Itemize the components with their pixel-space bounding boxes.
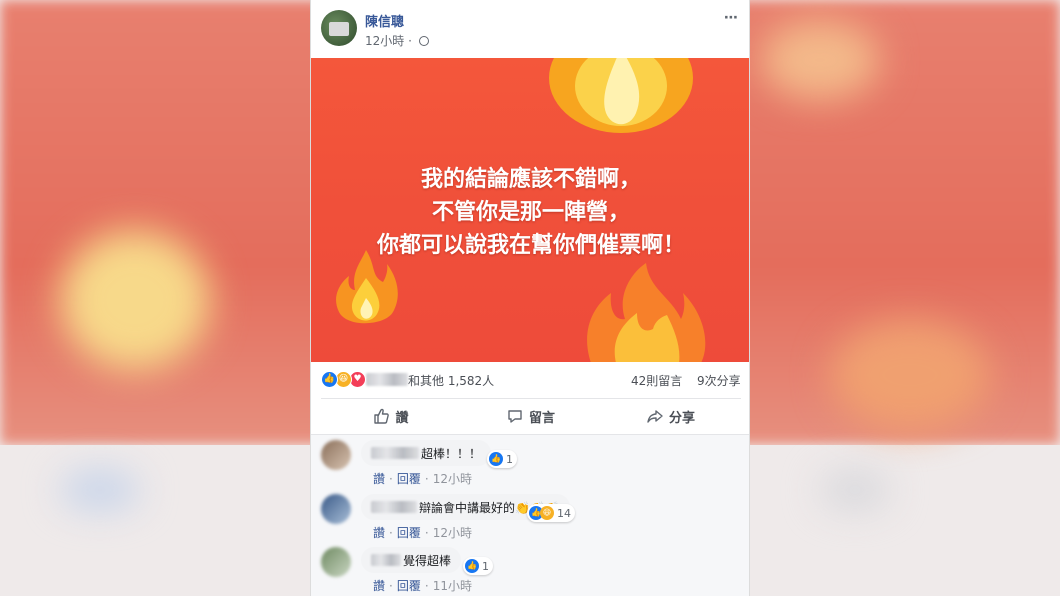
author-avatar[interactable] [321, 10, 357, 46]
comment-time[interactable]: 12小時 [433, 472, 472, 486]
post-actions: 讚 留言 分享 [321, 398, 741, 432]
post-header: 陳信聰 12小時 · ⋯ [311, 0, 749, 58]
thumbs-up-icon [374, 408, 390, 424]
blurred-commenter-name[interactable] [371, 554, 401, 566]
post-image-line: 不管你是那一陣營， [431, 199, 630, 225]
reaction-count[interactable]: 和其他 1,582人 [408, 372, 494, 389]
comment-icon [508, 410, 522, 423]
comment-count[interactable]: 42則留言 [631, 372, 682, 389]
commenter-avatar[interactable] [321, 440, 351, 470]
like-icon: 👍 [489, 452, 503, 466]
comment-reply-link[interactable]: 回覆 [397, 579, 421, 593]
comment-like-link[interactable]: 讚 [373, 472, 385, 486]
comment-reply-link[interactable]: 回覆 [397, 526, 421, 540]
share-count[interactable]: 9次分享 [697, 372, 741, 389]
comment-reactions[interactable]: 👍 😆 14 [527, 504, 575, 522]
post-card: 陳信聰 12小時 · ⋯ 我的結論應該不錯啊， 不管你是那一陣營， 你都可以說我… [310, 0, 750, 596]
comment-actions: 讚 · 回覆 · 11小時 [373, 579, 472, 593]
more-options-icon[interactable]: ⋯ [724, 10, 739, 26]
comment-bubble: 超棒！！！ [361, 440, 492, 466]
commenter-avatar[interactable] [321, 494, 351, 524]
like-button[interactable]: 讚 [321, 399, 461, 433]
post-time[interactable]: 12小時 [365, 34, 404, 48]
comments-section: 超棒！！！ 👍 1 讚 · 回覆 · 12小時 辯論會中講最好的👏👏👏 👍 😆 14 [311, 434, 749, 596]
share-icon [647, 410, 663, 423]
comment-bubble: 覺得超棒 [361, 547, 462, 573]
comment-actions: 讚 · 回覆 · 12小時 [373, 526, 472, 540]
comment-reactions[interactable]: 👍 1 [487, 450, 517, 468]
comment-like-link[interactable]: 讚 [373, 526, 385, 540]
globe-icon [418, 36, 429, 46]
haha-icon: 😆 [540, 506, 554, 520]
blurred-commenter-name[interactable] [371, 501, 417, 513]
comment-reaction-count: 14 [557, 506, 571, 520]
like-icon: 👍 [321, 371, 338, 388]
like-button-label: 讚 [395, 410, 409, 426]
comment-reaction-count: 1 [482, 559, 489, 573]
blurred-reactor-names [366, 373, 408, 386]
reactions-summary: 👍 😆 ♥ 和其他 1,582人 42則留言 9次分享 [311, 364, 749, 394]
comment-text: 超棒！！！ [421, 446, 482, 461]
comment-reply-link[interactable]: 回覆 [397, 472, 421, 486]
commenter-avatar[interactable] [321, 547, 351, 577]
comment-like-link[interactable]: 讚 [373, 579, 385, 593]
comment-button[interactable]: 留言 [461, 399, 601, 433]
comment-time[interactable]: 12小時 [433, 526, 472, 540]
like-icon: 👍 [465, 559, 479, 573]
comment-button-label: 留言 [528, 410, 555, 426]
post-image-text: 我的結論應該不錯啊， 不管你是那一陣營， 你都可以說我在幫你們催票啊！ [311, 163, 749, 262]
flame-icon [587, 263, 706, 362]
comment-reactions[interactable]: 👍 1 [463, 557, 493, 575]
author-name[interactable]: 陳信聰 [365, 11, 404, 30]
post-image-line: 你都可以說我在幫你們催票啊！ [376, 232, 685, 258]
blurred-commenter-name[interactable] [371, 447, 419, 459]
post-image[interactable]: 我的結論應該不錯啊， 不管你是那一陣營， 你都可以說我在幫你們催票啊！ [311, 58, 749, 362]
comment-text: 覺得超棒 [403, 553, 452, 568]
comment-time[interactable]: 11小時 [433, 579, 472, 593]
share-button-label: 分享 [668, 410, 695, 426]
post-image-line: 我的結論應該不錯啊， [420, 166, 641, 192]
comment-actions: 讚 · 回覆 · 12小時 [373, 472, 472, 486]
comment-reaction-count: 1 [506, 452, 513, 466]
post-meta: 12小時 · [365, 32, 429, 49]
share-button[interactable]: 分享 [601, 399, 741, 433]
flame-icon [549, 58, 693, 133]
